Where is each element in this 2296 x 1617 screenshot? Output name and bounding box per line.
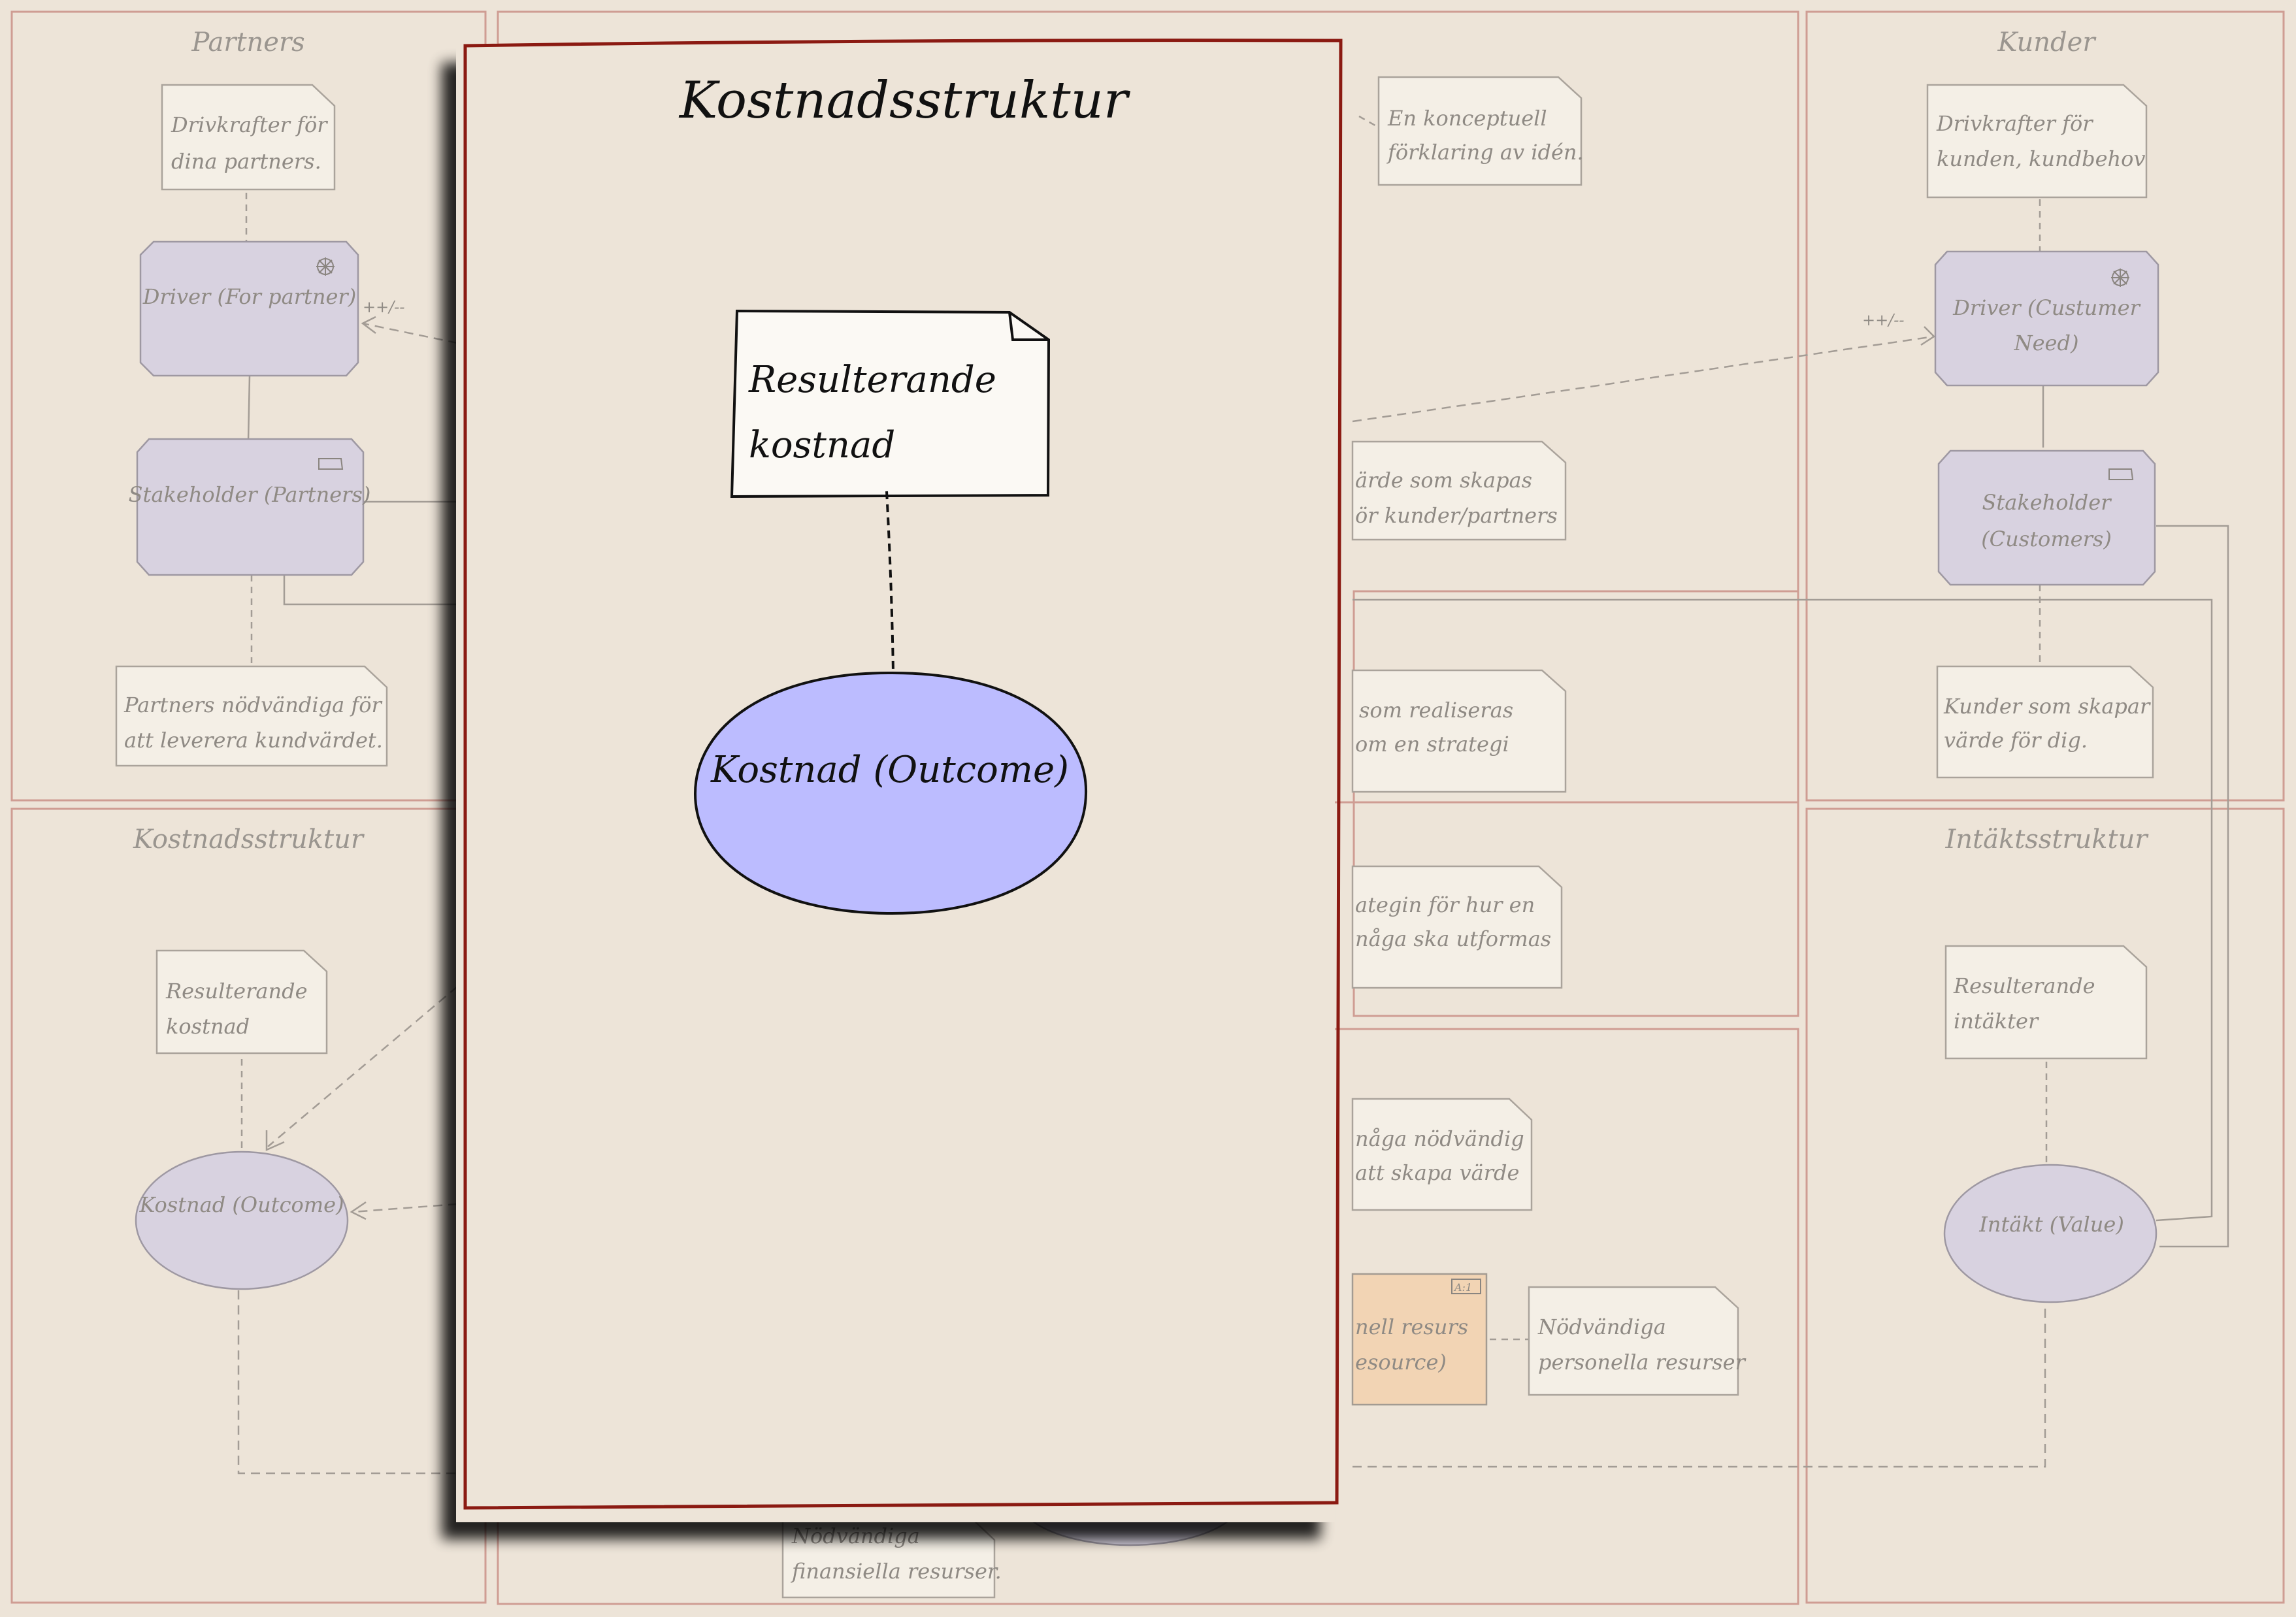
popup-title: Kostnadsstruktur [678,71,1131,130]
popup-outcome-label: Kostnad (Outcome) [710,749,1069,791]
popup-overlay: Kostnadsstruktur Resulterande kostnad Ko… [456,39,1343,1522]
popup-note-line2: kostnad [749,424,895,466]
popup-note[interactable] [730,309,1051,498]
popup-outcome-ellipse[interactable] [693,671,1088,915]
popup-note-line1: Resulterande [748,359,996,401]
